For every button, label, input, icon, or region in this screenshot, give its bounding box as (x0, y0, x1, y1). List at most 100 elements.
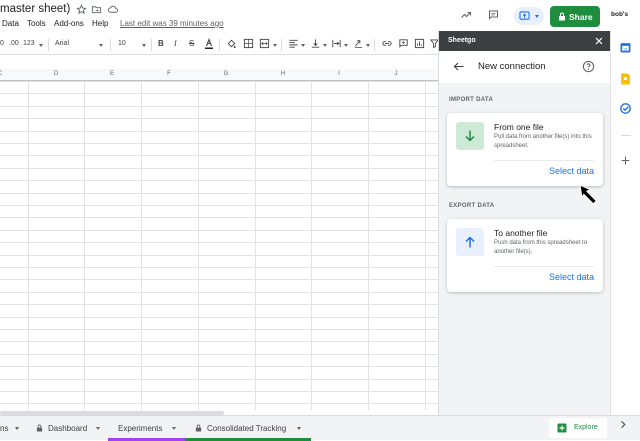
divider (494, 160, 594, 161)
column-headers: C D E F G H I J (0, 69, 438, 81)
horizontal-align-icon[interactable] (288, 38, 299, 49)
italic-icon[interactable]: I (174, 39, 177, 48)
column-header-g[interactable]: G (198, 71, 254, 77)
bold-icon[interactable]: B (158, 39, 164, 48)
column-header-h[interactable]: H (255, 71, 311, 77)
column-header-i[interactable]: I (311, 71, 367, 77)
export-icon-tile (456, 228, 484, 256)
fill-color-icon[interactable] (226, 38, 237, 50)
import-icon-tile (456, 122, 484, 150)
merge-cells-icon[interactable] (259, 38, 270, 49)
calendar-icon[interactable]: 31 (620, 42, 631, 53)
column-header-d[interactable]: D (28, 71, 84, 77)
card-title: To another file (494, 228, 548, 238)
cell-gridlines (0, 69, 438, 410)
chevron-down-icon (172, 427, 176, 430)
chevron-down-icon (15, 427, 19, 430)
sheet-tab-bar: ns Dashboard Experiments Consolidated Tr… (0, 415, 640, 441)
activity-dashboard-icon[interactable] (459, 9, 473, 21)
number-format-button[interactable]: 123 (23, 40, 35, 47)
strikethrough-icon[interactable]: S (189, 39, 194, 48)
column-header-f[interactable]: F (141, 71, 197, 77)
share-button[interactable]: Share (550, 6, 600, 27)
document-title[interactable]: master sheet) (0, 3, 70, 15)
menu-add-ons[interactable]: Add-ons (54, 19, 84, 28)
panel-header: Sheetgo (439, 31, 611, 51)
top-bar: master sheet) Data Tools Add-ons Help La… (0, 0, 640, 34)
panel-nav-bar: New connection (439, 51, 611, 83)
comment-icon[interactable] (487, 9, 500, 21)
import-select-data-link[interactable]: Select data (549, 166, 594, 176)
lock-icon (195, 424, 202, 432)
import-from-one-file-card[interactable]: From one file Pull data from another fil… (447, 113, 603, 186)
account-name[interactable]: bob's (611, 11, 628, 18)
share-label: Share (569, 11, 593, 22)
chevron-down-icon (366, 44, 370, 47)
menu-data[interactable]: Data (2, 19, 19, 28)
export-to-another-file-card[interactable]: To another file Push data from this spre… (447, 219, 603, 292)
insert-chart-icon[interactable] (414, 38, 425, 49)
back-arrow-icon[interactable] (453, 61, 465, 72)
chevron-right-icon[interactable] (620, 420, 627, 429)
last-edit-link[interactable]: Last edit was 39 minutes ago (120, 19, 224, 28)
chevron-down-icon (96, 427, 100, 430)
folder-move-icon[interactable] (91, 4, 102, 15)
column-header-e[interactable]: E (84, 71, 140, 77)
panel-title: Sheetgo (448, 37, 476, 44)
card-description: Pull data from another file(s) into this… (494, 134, 592, 149)
sheet-tab-label: ns (0, 424, 9, 433)
explore-label: Explore (574, 424, 598, 431)
chevron-down-icon (99, 44, 103, 47)
card-title: From one file (494, 122, 544, 132)
sheet-tab-experiments[interactable]: Experiments (108, 416, 185, 441)
cloud-saved-icon[interactable] (107, 4, 119, 15)
chevron-down-icon (323, 44, 327, 47)
explore-button[interactable]: Explore (549, 418, 607, 438)
borders-icon[interactable] (243, 38, 254, 49)
menu-tools[interactable]: Tools (27, 19, 46, 28)
add-addon-icon[interactable] (620, 155, 631, 166)
import-section-label: IMPORT DATA (449, 97, 494, 103)
menu-help[interactable]: Help (92, 19, 108, 28)
sheet-tab-label: Consolidated Tracking (207, 424, 287, 433)
spreadsheet-grid[interactable]: C D E F G H I J (0, 69, 438, 410)
lock-icon (559, 12, 565, 21)
column-header-c[interactable]: C (0, 71, 28, 77)
sheet-tab-partial[interactable]: ns (0, 416, 26, 441)
font-size-select[interactable]: 10 (118, 40, 126, 47)
keep-notes-icon[interactable] (620, 73, 631, 85)
export-section-label: EXPORT DATA (449, 203, 495, 209)
tasks-icon[interactable] (620, 103, 631, 114)
divider (219, 39, 220, 51)
insert-comment-icon[interactable] (398, 38, 409, 49)
present-icon (519, 11, 530, 20)
lock-icon (36, 424, 43, 432)
present-button[interactable] (514, 7, 544, 25)
increase-decimal-button[interactable]: .00 (9, 40, 19, 47)
arrow-up-icon (465, 236, 475, 248)
chevron-down-icon (273, 44, 277, 47)
text-color-icon[interactable] (204, 38, 214, 50)
side-addon-rail: 31 (610, 31, 640, 415)
vertical-align-icon[interactable] (310, 38, 321, 49)
divider (151, 39, 152, 51)
sheet-tab-dashboard[interactable]: Dashboard (26, 416, 108, 441)
star-icon[interactable] (76, 4, 87, 15)
chevron-down-icon (297, 427, 301, 430)
text-rotation-icon[interactable] (353, 38, 364, 49)
explore-icon (557, 423, 567, 433)
font-select[interactable]: Arial (55, 40, 69, 47)
svg-text:31: 31 (623, 47, 627, 51)
close-icon[interactable] (594, 36, 604, 46)
decrease-decimal-icon[interactable]: .0 (0, 40, 4, 47)
chevron-down-icon (535, 15, 539, 18)
sheet-tab-consolidated-tracking[interactable]: Consolidated Tracking (185, 416, 311, 441)
help-icon[interactable] (582, 60, 595, 73)
formatting-toolbar: .0 .00 123 Arial 10 B I S (0, 35, 439, 55)
column-header-j[interactable]: J (368, 71, 424, 77)
export-select-data-link[interactable]: Select data (549, 272, 594, 282)
insert-link-icon[interactable] (381, 38, 393, 49)
nav-title: New connection (478, 61, 546, 72)
divider (374, 39, 375, 51)
text-wrap-icon[interactable] (331, 38, 342, 49)
